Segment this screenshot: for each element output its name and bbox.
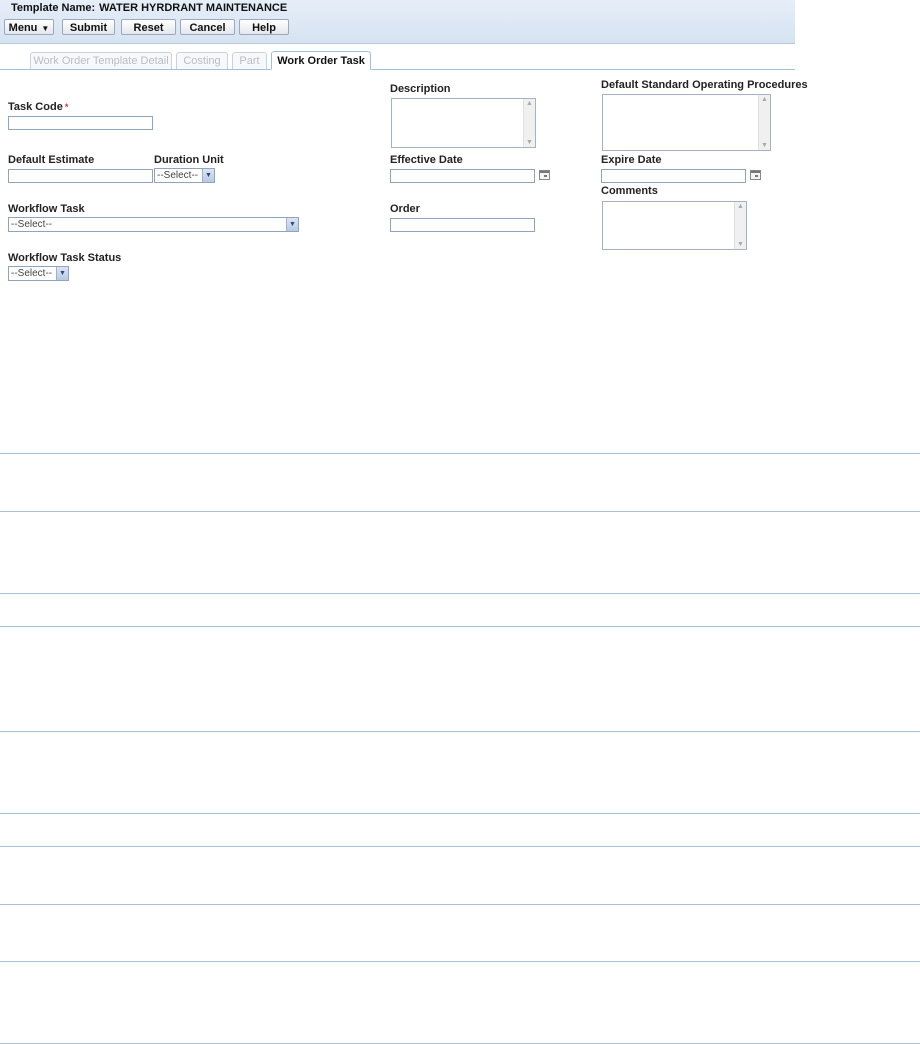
tab-work-order-template-detail[interactable]: Work Order Template Detail	[30, 52, 172, 69]
sop-textarea[interactable]	[602, 94, 771, 151]
duration-unit-label: Duration Unit	[154, 154, 224, 166]
comments-scrollbar[interactable]	[734, 202, 746, 249]
section-divider	[0, 626, 920, 627]
duration-unit-value: --Select--	[157, 170, 199, 181]
default-estimate-label: Default Estimate	[8, 154, 95, 166]
duration-unit-select[interactable]: --Select-- ▼	[154, 168, 215, 183]
calendar-icon[interactable]	[539, 170, 550, 180]
required-marker: *	[64, 102, 69, 112]
calendar-icon[interactable]	[750, 170, 761, 180]
workflow-task-status-value: --Select--	[11, 268, 53, 279]
default-estimate-input[interactable]	[8, 169, 153, 183]
section-divider	[0, 904, 920, 905]
tab-work-order-task[interactable]: Work Order Task	[271, 51, 371, 70]
workflow-task-value: --Select--	[11, 219, 53, 230]
expire-date-label: Expire Date	[601, 154, 662, 166]
order-input[interactable]	[390, 218, 535, 232]
menu-button-label: Menu	[8, 22, 38, 34]
comments-label: Comments	[601, 185, 658, 197]
workflow-task-select[interactable]: --Select-- ▼	[8, 217, 299, 232]
sop-label: Default Standard Operating Procedures	[601, 79, 808, 91]
workflow-task-label: Workflow Task	[8, 203, 85, 215]
task-code-label-text: Task Code	[8, 101, 63, 113]
expire-date-input[interactable]	[601, 169, 746, 183]
workflow-task-status-select[interactable]: --Select-- ▼	[8, 266, 69, 281]
section-divider	[0, 593, 920, 594]
section-divider	[0, 511, 920, 512]
chevron-down-icon: ▼	[56, 267, 68, 280]
section-divider	[0, 961, 920, 962]
template-name-label: Template Name:	[11, 2, 96, 14]
effective-date-input[interactable]	[390, 169, 535, 183]
section-divider	[0, 731, 920, 732]
description-scrollbar[interactable]	[523, 99, 535, 147]
effective-date-label: Effective Date	[390, 154, 463, 166]
cancel-button[interactable]: Cancel	[180, 19, 235, 35]
help-button[interactable]: Help	[239, 19, 289, 35]
workflow-task-status-label: Workflow Task Status	[8, 252, 122, 264]
tab-part[interactable]: Part	[232, 52, 267, 69]
tab-costing[interactable]: Costing	[176, 52, 228, 69]
task-code-label: Task Code *	[8, 101, 68, 113]
task-code-input[interactable]	[8, 116, 153, 130]
chevron-down-icon: ▼	[41, 24, 50, 33]
template-name-value: WATER HYRDRANT MAINTENANCE	[99, 2, 288, 14]
page-header: Template Name: WATER HYRDRANT MAINTENANCE…	[0, 0, 795, 44]
menu-button[interactable]: Menu ▼	[4, 19, 54, 35]
order-label: Order	[390, 203, 420, 215]
submit-button[interactable]: Submit	[62, 19, 115, 35]
template-title: Template Name: WATER HYRDRANT MAINTENANCE	[11, 2, 287, 14]
comments-textarea[interactable]	[602, 201, 747, 250]
reset-button[interactable]: Reset	[121, 19, 176, 35]
section-divider	[0, 453, 920, 454]
chevron-down-icon: ▼	[286, 218, 298, 231]
chevron-down-icon: ▼	[202, 169, 214, 182]
description-textarea[interactable]	[391, 98, 536, 148]
description-label: Description	[390, 83, 451, 95]
sop-scrollbar[interactable]	[758, 95, 770, 150]
section-divider	[0, 813, 920, 814]
section-divider	[0, 846, 920, 847]
